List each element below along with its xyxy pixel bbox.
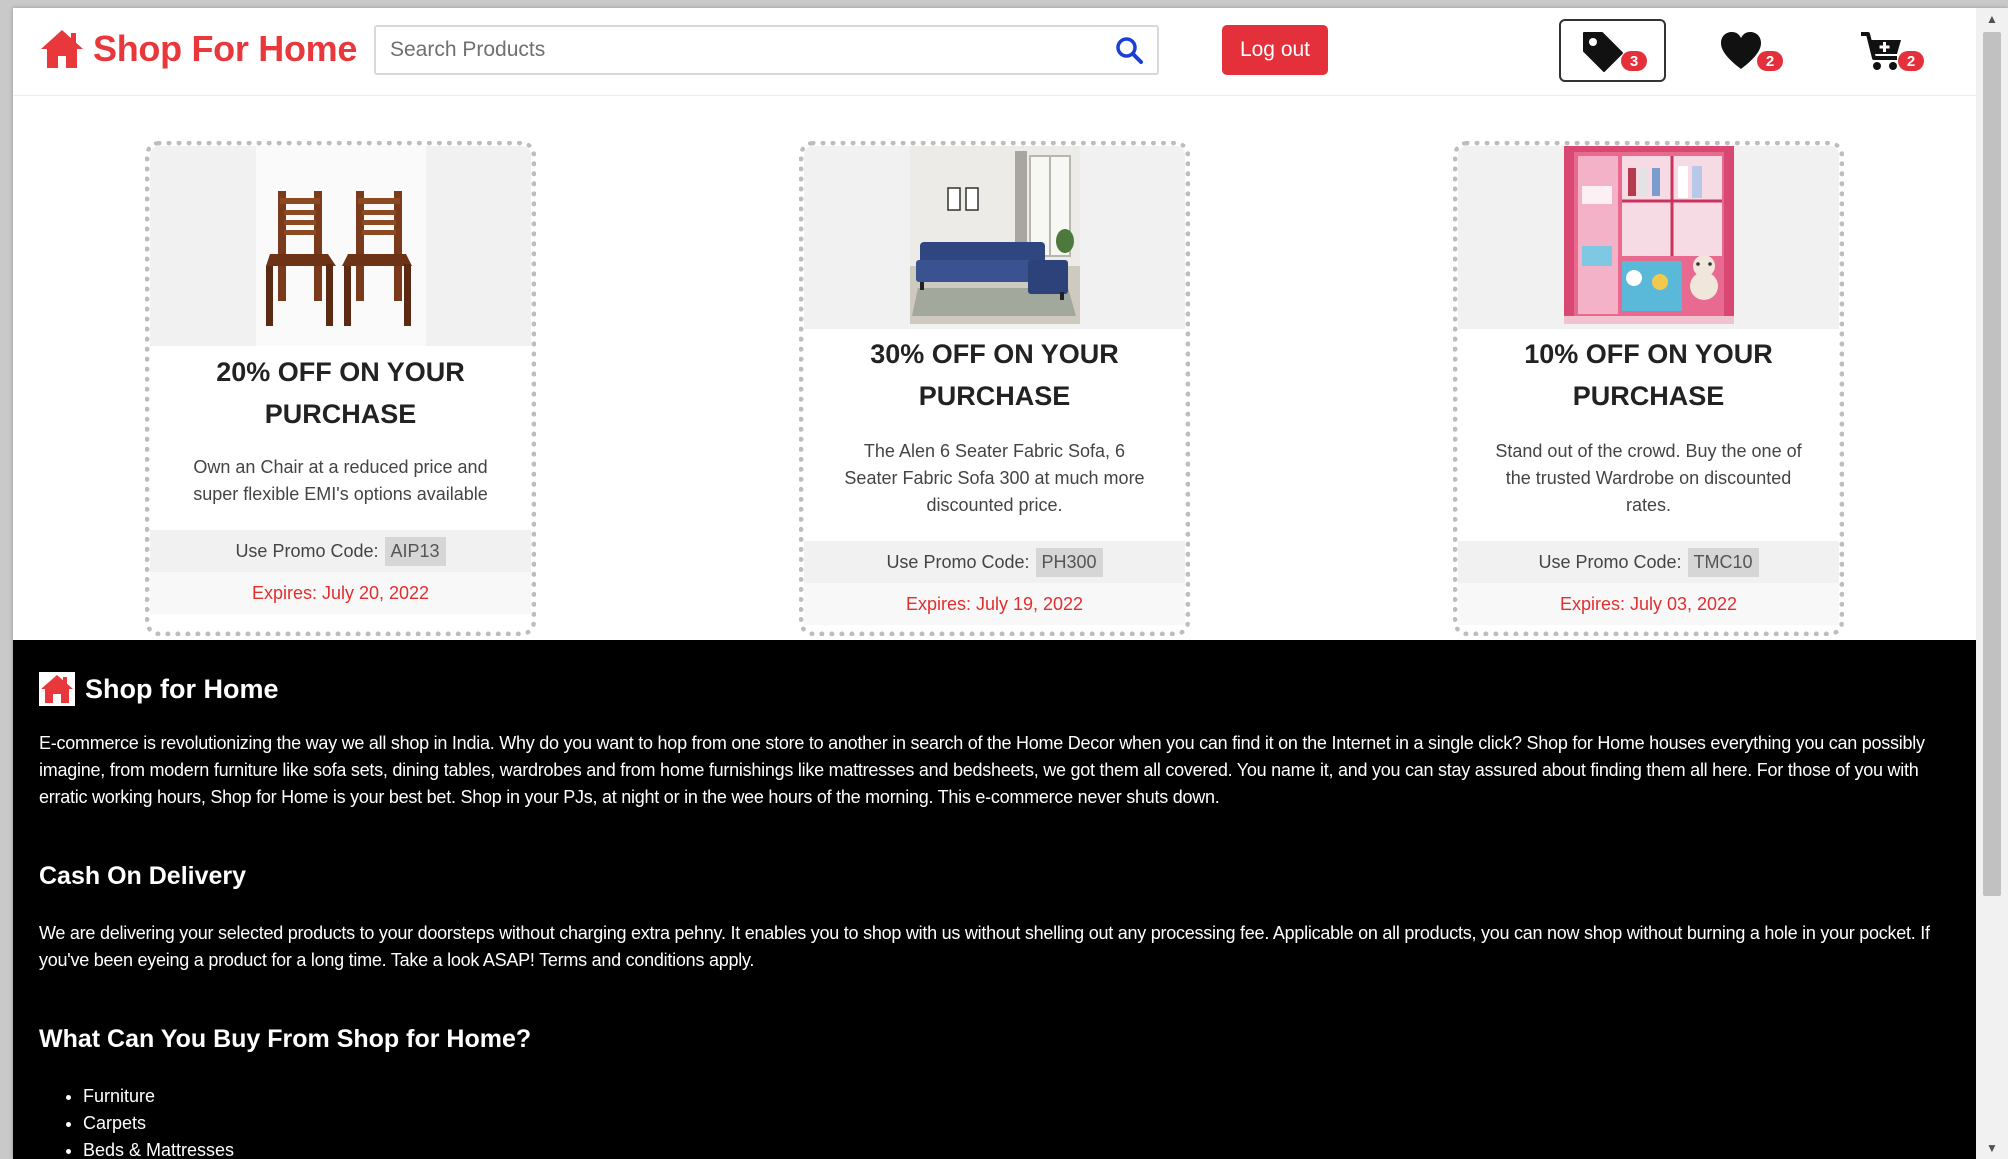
logout-button[interactable]: Log out — [1222, 25, 1328, 75]
offer-title: 10% OFF ON YOUR PURCHASE — [1524, 339, 1773, 411]
offers-section: 20% OFF ON YOUR PURCHASE Own an Chair at… — [13, 96, 1976, 640]
cart-plus-icon — [1860, 31, 1901, 70]
list-item: Carpets — [83, 1110, 234, 1137]
tag-icon — [1582, 31, 1623, 72]
promo-label: Use Promo Code: — [886, 551, 1030, 572]
offer-expiry: Expires: July 03, 2022 — [1458, 583, 1839, 625]
cod-text: We are delivering your selected products… — [39, 923, 1930, 970]
category-list: Furniture Carpets Beds & Mattresses — [83, 1083, 234, 1159]
list-item: Beds & Mattresses — [83, 1137, 234, 1159]
cod-heading: Cash On Delivery — [39, 862, 247, 890]
promo-code[interactable]: TMC10 — [1687, 547, 1759, 577]
offer-description: The Alen 6 Seater Fabric Sofa, 6 Seater … — [844, 441, 1145, 515]
cart-count-badge: 2 — [1898, 51, 1924, 71]
offer-image-sofa — [804, 146, 1185, 329]
scroll-down-arrow[interactable]: ▼ — [1976, 1137, 2008, 1159]
wishlist-button[interactable]: 2 — [1697, 19, 1804, 82]
offer-image-wardrobe — [1458, 146, 1839, 329]
offer-description: Stand out of the crowd. Buy the one of t… — [1495, 441, 1802, 515]
scroll-thumb[interactable] — [1983, 32, 2001, 896]
offer-expiry: Expires: July 20, 2022 — [150, 572, 531, 614]
offer-card[interactable]: 30% OFF ON YOUR PURCHASE The Alen 6 Seat… — [799, 141, 1190, 636]
about-brand-name: Shop for Home — [85, 673, 279, 704]
home-icon — [41, 30, 83, 68]
page-viewport: Shop For Home Log out 3 — [13, 8, 1976, 1159]
about-section: Shop for Home E-commerce is revolutioniz… — [13, 640, 1976, 1159]
about-brand: Shop for Home — [39, 672, 279, 706]
heart-icon — [1720, 31, 1761, 69]
search-input[interactable] — [390, 27, 1090, 73]
offers-count-badge: 3 — [1621, 51, 1647, 71]
search-icon — [1116, 37, 1143, 64]
vertical-scrollbar[interactable]: ▲ ▼ — [1976, 8, 2008, 1159]
search-button[interactable] — [1115, 36, 1143, 64]
offer-card[interactable]: 20% OFF ON YOUR PURCHASE Own an Chair at… — [145, 141, 536, 636]
browser-window: Shop For Home Log out 3 — [13, 8, 2008, 1159]
buy-heading: What Can You Buy From Shop for Home? — [39, 1025, 532, 1053]
search-bar — [374, 25, 1159, 75]
about-intro-text: E-commerce is revolutionizing the way we… — [39, 733, 1925, 807]
list-item: Furniture — [83, 1083, 234, 1110]
promo-code[interactable]: AIP13 — [384, 536, 446, 566]
offer-title: 20% OFF ON YOUR PURCHASE — [216, 357, 465, 429]
cart-button[interactable]: 2 — [1838, 19, 1945, 82]
promo-label: Use Promo Code: — [1538, 551, 1682, 572]
promo-code[interactable]: PH300 — [1035, 547, 1103, 577]
offer-expiry: Expires: July 19, 2022 — [804, 583, 1185, 625]
scroll-up-arrow[interactable]: ▲ — [1976, 8, 2008, 30]
brand-logo-link[interactable]: Shop For Home — [39, 24, 357, 74]
promo-row: Use Promo Code: AIP13 — [150, 530, 531, 572]
home-icon — [39, 672, 75, 706]
wishlist-count-badge: 2 — [1757, 51, 1783, 71]
site-header: Shop For Home Log out 3 — [13, 8, 1976, 96]
offers-button[interactable]: 3 — [1559, 19, 1666, 82]
brand-name: Shop For Home — [93, 28, 358, 69]
offer-card[interactable]: 10% OFF ON YOUR PURCHASE Stand out of th… — [1453, 141, 1844, 636]
offer-description: Own an Chair at a reduced price and supe… — [193, 457, 488, 504]
offer-image-chairs — [150, 146, 531, 346]
promo-row: Use Promo Code: PH300 — [804, 541, 1185, 583]
promo-row: Use Promo Code: TMC10 — [1458, 541, 1839, 583]
promo-label: Use Promo Code: — [235, 540, 379, 561]
offer-title: 30% OFF ON YOUR PURCHASE — [870, 339, 1119, 411]
